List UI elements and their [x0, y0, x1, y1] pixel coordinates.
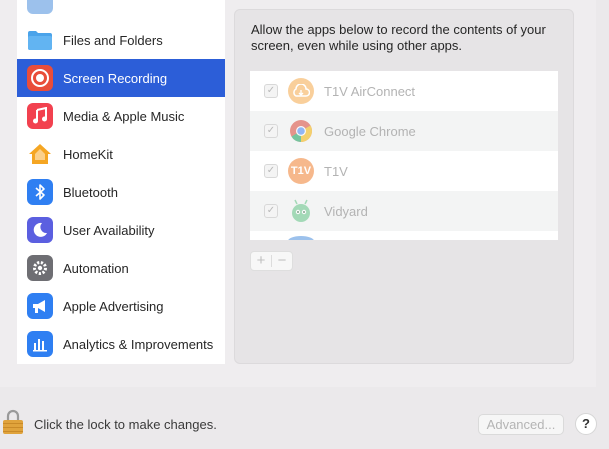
list-item[interactable]: ✓ Vidyard — [250, 191, 558, 231]
add-remove-control: + − — [250, 251, 293, 271]
app-name: Google Chrome — [324, 123, 416, 139]
screen-recording-icon — [27, 65, 53, 91]
app-list[interactable]: ✓ T1V AirConnect ✓ Google Chrome ✓ T1V T… — [250, 71, 558, 240]
pane-description: Allow the apps below to record the conte… — [251, 22, 546, 53]
sidebar-item-label: Media & Apple Music — [63, 108, 185, 124]
sidebar-item-automation[interactable]: Automation — [17, 249, 225, 287]
advanced-button[interactable]: Advanced... — [478, 414, 564, 435]
app-checkbox[interactable]: ✓ — [264, 204, 278, 218]
app-name: Vidyard — [324, 203, 368, 219]
chrome-icon — [288, 118, 314, 144]
screen-recording-pane: Allow the apps below to record the conte… — [234, 9, 574, 364]
sidebar-item-label: Bluetooth — [63, 184, 118, 200]
lock-message: Click the lock to make changes. — [34, 417, 217, 432]
sidebar-item-label: Files and Folders — [63, 32, 163, 48]
add-app-button[interactable]: + — [251, 252, 271, 270]
megaphone-icon — [27, 293, 53, 319]
chart-icon — [27, 331, 53, 357]
moon-icon — [27, 217, 53, 243]
remove-app-button[interactable]: − — [272, 252, 292, 270]
gear-icon — [27, 255, 53, 281]
sidebar-item-files-and-folders[interactable]: Files and Folders — [17, 21, 225, 59]
lock-icon[interactable] — [2, 409, 24, 435]
t1v-airconnect-icon — [288, 78, 314, 104]
app-checkbox[interactable]: ✓ — [264, 164, 278, 178]
sidebar-item-analytics-improvements[interactable]: Analytics & Improvements — [17, 325, 225, 363]
sidebar-item-media-apple-music[interactable]: Media & Apple Music — [17, 97, 225, 135]
sidebar-item-screen-recording[interactable]: Screen Recording — [17, 59, 225, 97]
sidebar-item-label: Apple Advertising — [63, 298, 164, 314]
sidebar-item-label: HomeKit — [63, 146, 113, 162]
app-name: T1V — [324, 163, 348, 179]
sidebar-item-homekit[interactable]: HomeKit — [17, 135, 225, 173]
sidebar-item-user-availability[interactable]: User Availability — [17, 211, 225, 249]
t1v-icon: T1V — [288, 158, 314, 184]
list-item[interactable]: ✓ T1V AirConnect — [250, 71, 558, 111]
privacy-panel: Files and Folders Screen Recording Media… — [0, 0, 596, 387]
sidebar-item-bluetooth[interactable]: Bluetooth — [17, 173, 225, 211]
sidebar-item-label: User Availability — [63, 222, 155, 238]
partial-app-icon — [288, 236, 314, 240]
app-checkbox[interactable]: ✓ — [264, 124, 278, 138]
app-checkbox[interactable]: ✓ — [264, 84, 278, 98]
list-item[interactable]: ✓ T1V T1V — [250, 151, 558, 191]
app-name: T1V AirConnect — [324, 83, 416, 99]
home-icon — [27, 141, 53, 167]
help-button[interactable]: ? — [575, 413, 597, 435]
sidebar-item-apple-advertising[interactable]: Apple Advertising — [17, 287, 225, 325]
sidebar-item-label: Analytics & Improvements — [63, 336, 214, 352]
music-icon — [27, 103, 53, 129]
sidebar-item-label: Screen Recording — [63, 70, 168, 86]
bluetooth-icon — [27, 179, 53, 205]
partial-sidebar-icon — [27, 0, 53, 14]
list-item[interactable]: ✓ Google Chrome — [250, 111, 558, 151]
t1v-icon-text: T1V — [290, 165, 312, 177]
vidyard-icon — [288, 198, 314, 224]
privacy-sidebar[interactable]: Files and Folders Screen Recording Media… — [17, 0, 225, 364]
sidebar-item-label: Automation — [63, 260, 129, 276]
folder-icon — [27, 27, 53, 53]
